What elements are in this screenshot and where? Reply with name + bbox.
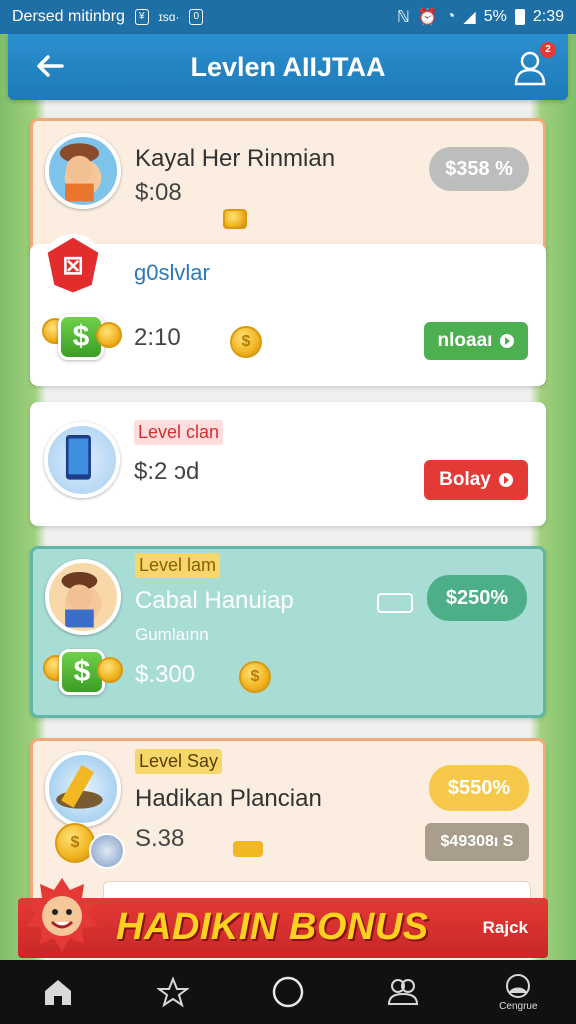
back-arrow-icon[interactable] bbox=[34, 50, 66, 82]
nav-profile[interactable]: Cengrue bbox=[488, 962, 548, 1022]
card-amount: $:2 ɔd bbox=[134, 458, 200, 485]
home-icon bbox=[44, 980, 71, 1005]
phone-avatar bbox=[44, 422, 120, 498]
coin-icon bbox=[96, 322, 122, 348]
play-icon bbox=[498, 473, 513, 487]
coin-icon: $ bbox=[239, 661, 271, 693]
reward-card[interactable]: Level lam Cabal Hanuiap Gumlaınn $250% $… bbox=[30, 546, 546, 718]
bottom-nav: Cengrue bbox=[0, 960, 576, 1024]
card-amount: $.300 bbox=[135, 661, 196, 688]
nfc-icon: ℕ bbox=[397, 9, 410, 26]
nav-profile-label: Cengrue bbox=[499, 1000, 538, 1012]
silver-coin-icon bbox=[89, 833, 125, 869]
nav-star[interactable] bbox=[143, 962, 203, 1022]
collect-button-label: nloaaı bbox=[437, 330, 493, 351]
card-amount: $:08 bbox=[135, 179, 182, 206]
svg-text:⊠: ⊠ bbox=[62, 251, 84, 281]
card-title: Kayal Her Rinmian bbox=[135, 145, 336, 172]
play-button-label: Bolay bbox=[439, 469, 491, 490]
circle-icon bbox=[272, 976, 304, 1008]
collect-button[interactable]: nloaaı bbox=[424, 322, 528, 360]
signal-icon: ◢ bbox=[463, 9, 476, 26]
reward-percent-pill: $550% bbox=[429, 765, 529, 811]
status-carrier: Dersed mitinbrg bbox=[12, 8, 125, 25]
star-icon bbox=[156, 976, 189, 1008]
card-title: g0slvlar bbox=[134, 260, 210, 285]
gold-bar-icon bbox=[223, 209, 247, 229]
status-mid: ɪsɑ· bbox=[158, 10, 180, 24]
status-box-icon: ¥ bbox=[134, 9, 149, 25]
status-time: 2:39 bbox=[532, 8, 564, 25]
play-icon bbox=[500, 334, 515, 348]
reward-percent-pill: $358 % bbox=[429, 147, 529, 191]
nav-home[interactable] bbox=[28, 962, 88, 1022]
card-subtitle: Gumlaınn bbox=[135, 625, 209, 644]
avatar bbox=[45, 133, 121, 209]
badge-icon: ⊠ bbox=[43, 234, 103, 296]
people-icon bbox=[388, 979, 419, 1005]
card-amount: S.38 bbox=[135, 825, 185, 852]
battery-icon bbox=[514, 9, 525, 25]
status-bar: Dersed mitinbrg ¥ ɪsɑ· 0 ℕ ⏰ ◔ ◢ 5% 2:39 bbox=[0, 0, 576, 34]
level-tag: Level lam bbox=[135, 553, 221, 578]
level-tag: Level Say bbox=[135, 749, 223, 774]
reward-percent-pill: $250% bbox=[427, 575, 527, 621]
card-title: Cabal Hanuiap bbox=[135, 587, 294, 614]
bonus-aside: Rajck bbox=[482, 918, 528, 937]
coin-icon: $ bbox=[230, 326, 262, 358]
bonus-label: HADIKIN BONUS bbox=[116, 906, 429, 948]
gold-bar-avatar bbox=[45, 751, 121, 827]
play-button[interactable]: Bolay bbox=[424, 460, 528, 500]
reward-card[interactable]: Level clan $:2 ɔd Bolay bbox=[30, 402, 546, 526]
status-box2-icon: 0 bbox=[189, 9, 204, 25]
ticket-icon bbox=[377, 593, 413, 613]
avatar bbox=[45, 559, 121, 635]
signal-text: 5% bbox=[483, 8, 507, 25]
page-title: Levlen AIIJTAA bbox=[190, 51, 386, 82]
level-tag: Level clan bbox=[134, 420, 224, 445]
card-title: Hadikan Plancian bbox=[135, 785, 322, 812]
coin-icon bbox=[97, 657, 123, 683]
mascot-icon bbox=[26, 878, 98, 952]
notification-badge: 2 bbox=[540, 42, 556, 58]
app-header: Levlen AIIJTAA 2 bbox=[8, 34, 568, 100]
nav-people[interactable] bbox=[373, 962, 433, 1022]
card-amount: 2:10 bbox=[134, 324, 181, 351]
profile-icon bbox=[506, 973, 531, 998]
alarm-icon: ⏰ bbox=[417, 9, 438, 26]
nav-home-circle[interactable] bbox=[258, 962, 318, 1022]
price-tag[interactable]: $49308ı S bbox=[425, 823, 529, 861]
car-icon bbox=[233, 841, 263, 857]
wifi-icon: ◔ bbox=[445, 8, 456, 25]
reward-card[interactable]: ⊠ g0slvlar $ 2:10 $ nloaaı bbox=[30, 234, 546, 386]
coin-icon: $ bbox=[55, 823, 95, 863]
